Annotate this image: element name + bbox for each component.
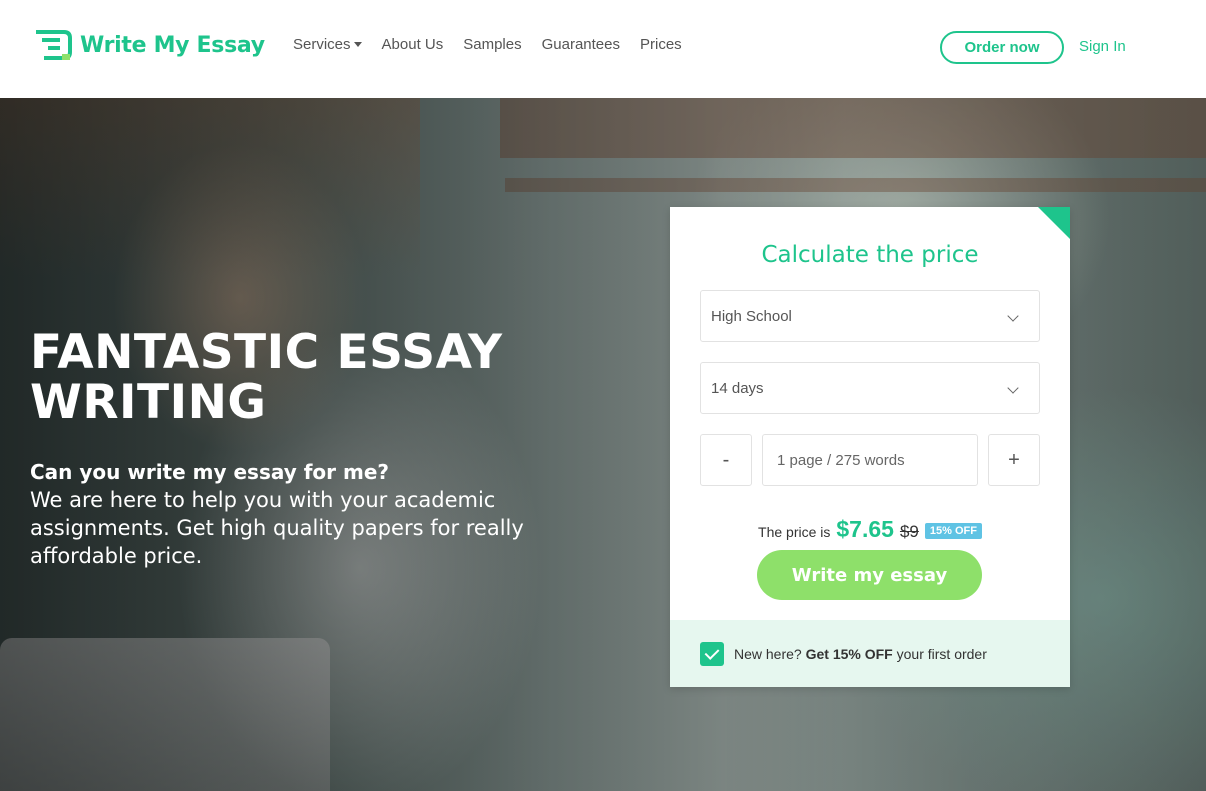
order-now-button[interactable]: Order now [940, 31, 1064, 64]
price-calculator: Calculate the price High School 14 days … [670, 207, 1070, 687]
chevron-down-icon [1007, 382, 1019, 394]
discount-badge: 15% OFF [924, 523, 982, 539]
price-summary: The price is $7.65 $9 15% OFF [670, 516, 1070, 543]
main-nav: Services About Us Samples Guarantees Pri… [293, 36, 702, 53]
academic-level-select[interactable]: High School [700, 290, 1040, 342]
nav-samples[interactable]: Samples [463, 36, 521, 53]
logo[interactable]: Write My Essay [34, 28, 265, 62]
nav-services-label: Services [293, 36, 351, 53]
old-price: $9 [899, 522, 919, 541]
nav-guarantees[interactable]: Guarantees [542, 36, 620, 53]
write-my-essay-button[interactable]: Write my essay [757, 550, 982, 600]
nav-samples-label: Samples [463, 36, 522, 53]
nav-prices[interactable]: Prices [640, 36, 682, 53]
nav-guarantees-label: Guarantees [541, 36, 620, 53]
hero-title: FANTASTIC ESSAY WRITING [30, 325, 503, 430]
promo-text: New here? Get 15% OFF your first order [734, 646, 987, 662]
promo-highlight: Get 15% OFF [805, 645, 893, 662]
academic-level-value: High School [711, 307, 792, 325]
calculator-title: Calculate the price [761, 242, 979, 268]
logo-text: Write My Essay [80, 32, 265, 58]
caret-down-icon [353, 42, 362, 47]
deadline-value: 14 days [711, 379, 764, 397]
nav-about-us[interactable]: About Us [382, 36, 444, 53]
nav-about-us-label: About Us [381, 36, 444, 53]
nav-services[interactable]: Services [293, 36, 362, 53]
promo-suffix: your first order [896, 645, 987, 662]
first-order-promo: New here? Get 15% OFF your first order [670, 620, 1070, 687]
chevron-down-icon [1007, 310, 1019, 322]
price-label: The price is [758, 524, 831, 540]
increase-pages-button[interactable]: + [988, 434, 1040, 486]
sign-in-link[interactable]: Sign In [1079, 38, 1126, 55]
promo-checkbox[interactable] [700, 641, 724, 666]
hero-description: We are here to help you with your academ… [30, 488, 524, 568]
promo-prefix: New here? [734, 645, 802, 662]
site-header: Write My Essay Services About Us Samples… [0, 0, 1206, 98]
hero-question: Can you write my essay for me? [30, 460, 390, 484]
pages-field[interactable]: 1 page / 275 words [762, 434, 978, 486]
corner-fold-icon [1038, 207, 1070, 239]
nav-prices-label: Prices [639, 36, 682, 53]
logo-icon [34, 28, 74, 62]
current-price: $7.65 [836, 516, 894, 542]
decrease-pages-button[interactable]: - [700, 434, 752, 486]
deadline-select[interactable]: 14 days [700, 362, 1040, 414]
